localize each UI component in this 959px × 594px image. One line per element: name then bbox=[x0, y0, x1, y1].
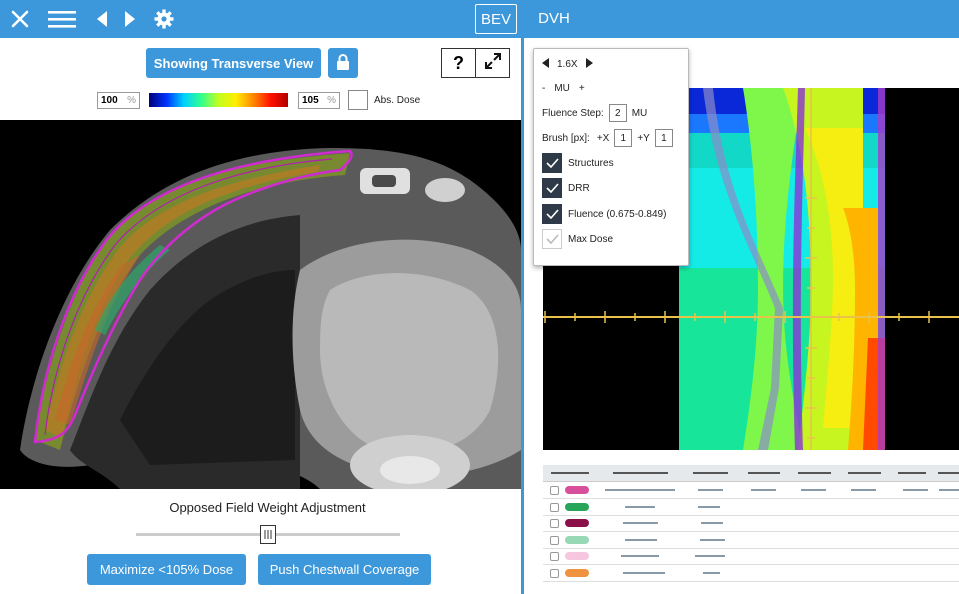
colorbar-max-value: 105 bbox=[302, 95, 319, 106]
table-row[interactable] bbox=[543, 565, 959, 582]
fluence-step-unit: MU bbox=[631, 107, 648, 119]
menu-icon[interactable] bbox=[46, 0, 78, 38]
close-icon[interactable] bbox=[6, 0, 34, 38]
brush-x-label: +X bbox=[596, 132, 610, 144]
tab-dvh[interactable]: DVH bbox=[532, 4, 576, 34]
zoom-increase-icon[interactable] bbox=[585, 58, 593, 71]
table-row[interactable] bbox=[543, 532, 959, 549]
row-value-placeholder bbox=[621, 555, 659, 557]
lock-button[interactable] bbox=[328, 48, 358, 78]
slider-title: Opposed Field Weight Adjustment bbox=[169, 500, 366, 515]
help-button[interactable]: ? bbox=[441, 48, 476, 78]
maximize-dose-button[interactable]: Maximize <105% Dose bbox=[87, 554, 246, 585]
tab-bev[interactable]: BEV bbox=[475, 4, 517, 34]
row-value-placeholder bbox=[625, 505, 655, 508]
row-checkbox[interactable] bbox=[550, 519, 559, 528]
row-value-placeholder bbox=[700, 538, 725, 541]
triangle-right-icon[interactable] bbox=[121, 0, 139, 38]
fluence-label: Fluence (0.675-0.849) bbox=[568, 208, 667, 220]
drr-checkbox[interactable] bbox=[542, 178, 562, 198]
row-checkbox[interactable] bbox=[550, 502, 559, 512]
row-value-placeholder bbox=[701, 522, 723, 524]
row-value-placeholder bbox=[801, 489, 826, 491]
table-row[interactable] bbox=[543, 482, 959, 499]
ct-transverse-image bbox=[20, 148, 521, 489]
structure-color-swatch bbox=[565, 519, 589, 527]
structure-table bbox=[543, 465, 959, 582]
fluence-checkbox[interactable] bbox=[542, 204, 562, 224]
max-dose-checkbox[interactable] bbox=[542, 229, 562, 249]
row-value-placeholder bbox=[851, 489, 876, 491]
table-row[interactable] bbox=[543, 548, 959, 565]
row-value-placeholder bbox=[903, 489, 928, 491]
abs-dose-label: Abs. Dose bbox=[374, 95, 421, 106]
row-value-placeholder bbox=[623, 571, 665, 574]
row-checkbox[interactable] bbox=[550, 486, 559, 495]
brush-y-input[interactable]: 1 bbox=[654, 129, 673, 147]
ct-image-viewport[interactable] bbox=[0, 120, 521, 489]
bev-panel: Showing Transverse View ? 100 % 105 % Ab… bbox=[0, 38, 521, 594]
colorbar-max-input[interactable]: 105 % bbox=[298, 92, 340, 109]
row-value-placeholder bbox=[625, 538, 657, 541]
zoom-row: 1.6X bbox=[542, 58, 593, 71]
fluence-step-input[interactable]: 2 bbox=[608, 104, 627, 122]
weight-slider-handle[interactable] bbox=[260, 525, 276, 544]
structures-label: Structures bbox=[568, 157, 614, 169]
brush-y-label: +Y bbox=[637, 132, 650, 144]
brush-row: Brush [px]: +X 1 +Y 1 bbox=[542, 129, 678, 147]
table-row[interactable] bbox=[543, 499, 959, 516]
push-chestwall-button[interactable]: Push Chestwall Coverage bbox=[258, 554, 431, 585]
table-header bbox=[543, 465, 959, 482]
structures-checkbox[interactable] bbox=[542, 153, 562, 173]
structures-option[interactable]: Structures bbox=[542, 153, 614, 173]
row-value-placeholder bbox=[698, 489, 723, 491]
structure-color-swatch bbox=[565, 502, 589, 511]
abs-dose-checkbox[interactable] bbox=[348, 90, 368, 110]
row-checkbox[interactable] bbox=[550, 568, 559, 578]
max-dose-option[interactable]: Max Dose bbox=[542, 229, 613, 249]
expand-icon bbox=[484, 52, 502, 75]
row-value-placeholder bbox=[605, 489, 675, 491]
brush-x-input[interactable]: 1 bbox=[614, 129, 633, 147]
row-value-placeholder bbox=[751, 489, 776, 491]
drr-label: DRR bbox=[568, 182, 590, 194]
row-checkbox[interactable] bbox=[550, 552, 559, 561]
colorbar-min-unit: % bbox=[127, 95, 136, 106]
expand-button[interactable] bbox=[475, 48, 510, 78]
dose-colorbar bbox=[149, 93, 288, 107]
brush-label: Brush [px]: bbox=[542, 132, 590, 144]
row-value-placeholder bbox=[623, 522, 658, 524]
mu-minus-button[interactable]: - bbox=[542, 83, 545, 94]
row-value-placeholder bbox=[939, 489, 959, 491]
lock-icon bbox=[336, 53, 350, 73]
row-checkbox[interactable] bbox=[550, 535, 559, 545]
structure-color-swatch bbox=[565, 535, 589, 544]
structure-color-swatch bbox=[565, 552, 589, 560]
row-value-placeholder bbox=[698, 505, 720, 508]
mu-row: - MU + bbox=[542, 83, 585, 94]
fluence-option[interactable]: Fluence (0.675-0.849) bbox=[542, 204, 666, 224]
gear-icon[interactable] bbox=[152, 0, 176, 38]
bev-options-popup: 1.6X - MU + Fluence Step: 2 MU Brush [px… bbox=[533, 48, 689, 266]
row-value-placeholder bbox=[695, 555, 725, 557]
top-bar: BEV DVH bbox=[0, 0, 959, 38]
structure-color-swatch bbox=[565, 568, 589, 577]
structure-color-swatch bbox=[565, 486, 589, 494]
colorbar-min-value: 100 bbox=[101, 95, 118, 106]
mu-label: MU bbox=[554, 83, 570, 94]
colorbar-max-unit: % bbox=[327, 95, 336, 106]
fluence-step-label: Fluence Step: bbox=[542, 107, 604, 119]
max-dose-label: Max Dose bbox=[568, 233, 614, 245]
triangle-left-icon[interactable] bbox=[93, 0, 111, 38]
drr-option[interactable]: DRR bbox=[542, 178, 590, 198]
mu-plus-button[interactable]: + bbox=[579, 83, 585, 94]
transverse-view-button[interactable]: Showing Transverse View bbox=[146, 48, 321, 78]
table-row[interactable] bbox=[543, 515, 959, 532]
zoom-level: 1.6X bbox=[557, 59, 578, 70]
colorbar-min-input[interactable]: 100 % bbox=[97, 92, 140, 109]
fluence-step-row: Fluence Step: 2 MU bbox=[542, 104, 647, 122]
zoom-decrease-icon[interactable] bbox=[542, 58, 549, 71]
row-value-placeholder bbox=[703, 571, 720, 574]
